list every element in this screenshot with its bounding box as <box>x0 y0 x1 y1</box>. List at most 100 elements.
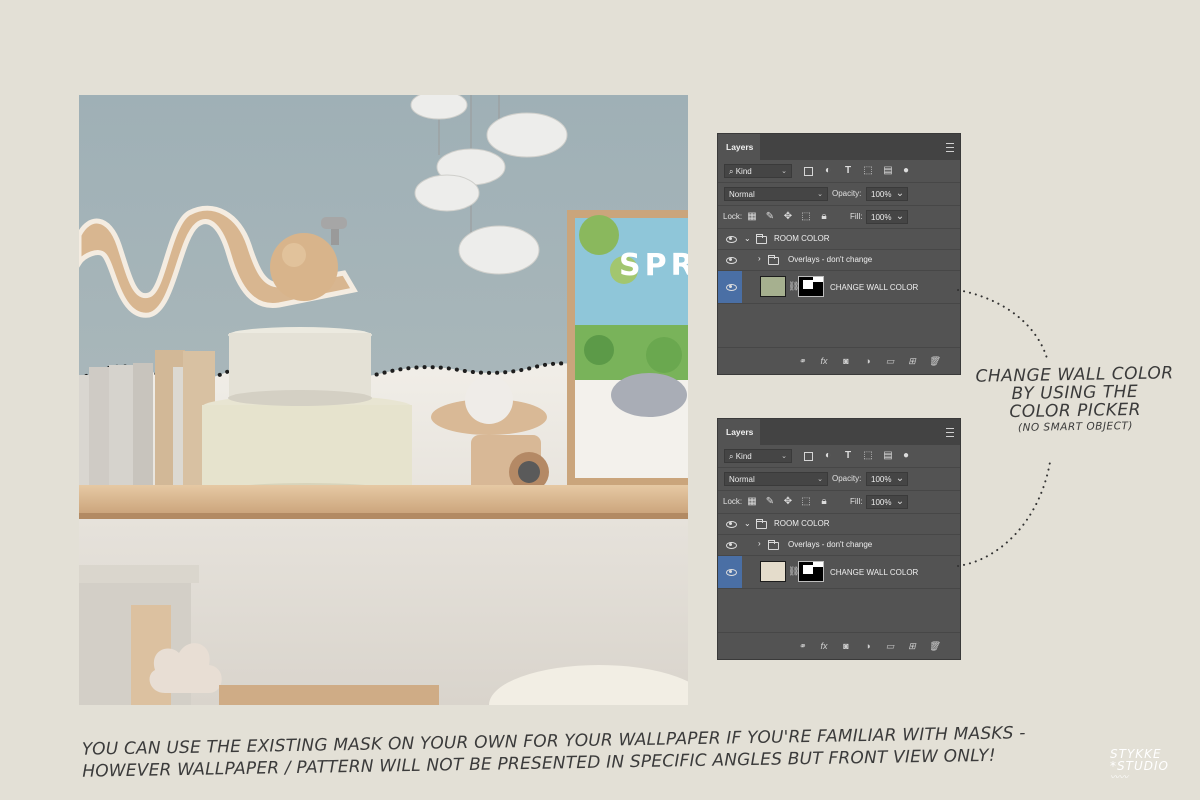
pixel-filter-icon[interactable] <box>802 450 814 462</box>
lock-row: Lock: ▦ ✎ ✥ ⬚ 🔒︎ Fill: 100% ⌄ <box>718 491 960 514</box>
panel-footer: ⚭ fx ◙ ◑ ▭ ⊞ 🗑︎ <box>718 347 960 374</box>
adjustment-filter-icon[interactable]: ◐ <box>822 450 834 462</box>
new-group-icon[interactable]: ▭ <box>884 355 896 367</box>
lock-label: Lock: <box>723 497 743 506</box>
logo-wave-icon: 〰〰 <box>1110 773 1129 783</box>
fx-icon[interactable]: fx <box>818 640 830 652</box>
group-name: ROOM COLOR <box>774 519 830 528</box>
link-layers-icon[interactable]: ⚭ <box>796 640 808 652</box>
layers-panel-green: Layers ⌕ Kind ⌄ ◐ T ⬚ ▤ ● Normal ⌄ Opaci… <box>717 133 961 375</box>
new-layer-icon[interactable]: ⊞ <box>906 640 918 652</box>
logo-line-2: *STUDIO <box>1110 759 1169 773</box>
adjustment-layer-icon[interactable]: ◑ <box>862 640 874 652</box>
layers-tab[interactable]: Layers <box>718 419 760 445</box>
color-fill-thumbnail[interactable] <box>760 276 786 297</box>
visibility-eye-icon[interactable] <box>724 566 738 578</box>
panel-footer: ⚭ fx ◙ ◑ ▭ ⊞ 🗑︎ <box>718 632 960 659</box>
lock-artboard-icon[interactable]: ⬚ <box>800 211 812 223</box>
layer-change-wall-color[interactable]: ⛓ CHANGE WALL COLOR <box>718 271 960 304</box>
kind-filter-select[interactable]: ⌕ Kind ⌄ <box>724 449 792 463</box>
filter-row: ⌕ Kind ⌄ ◐ T ⬚ ▤ ● <box>718 445 960 468</box>
overlay-group-name: Overlays - don't change <box>788 540 873 549</box>
chevron-down-icon[interactable]: ⌄ <box>744 234 751 243</box>
filter-row: ⌕ Kind ⌄ ◐ T ⬚ ▤ ● <box>718 160 960 183</box>
lock-position-icon[interactable]: ✥ <box>782 496 794 508</box>
layers-tab[interactable]: Layers <box>718 134 760 160</box>
opacity-label: Opacity: <box>832 474 862 483</box>
kind-filter-value: Kind <box>735 452 752 461</box>
chevron-down-icon: ⌄ <box>817 476 823 483</box>
chevron-right-icon[interactable]: › <box>758 539 761 548</box>
lock-label: Lock: <box>723 212 743 221</box>
shape-filter-icon[interactable]: ⬚ <box>862 165 874 177</box>
chevron-down-icon[interactable]: ⌄ <box>894 473 906 485</box>
kind-filter-value: Kind <box>735 167 752 176</box>
folder-icon <box>756 234 767 244</box>
chevron-down-icon[interactable]: ⌄ <box>894 211 906 223</box>
room-mockup-photo: SPRI <box>79 95 688 705</box>
shape-filter-icon[interactable]: ⬚ <box>862 450 874 462</box>
panel-tab-bar: Layers <box>718 419 960 445</box>
lock-paint-icon[interactable]: ✎ <box>764 496 776 508</box>
pixel-filter-icon[interactable] <box>802 165 814 177</box>
visibility-eye-icon[interactable] <box>724 518 738 530</box>
link-layers-icon[interactable]: ⚭ <box>796 355 808 367</box>
lock-all-icon[interactable]: 🔒︎ <box>818 496 830 508</box>
layer-group-overlays[interactable]: › Overlays - don't change <box>718 535 960 556</box>
trash-icon[interactable]: 🗑︎ <box>928 640 940 652</box>
blend-mode-select[interactable]: Normal ⌄ <box>724 472 828 486</box>
visibility-eye-icon[interactable] <box>724 233 738 245</box>
visibility-eye-icon[interactable] <box>724 281 738 293</box>
lock-transparency-icon[interactable]: ▦ <box>746 211 758 223</box>
adjustment-layer-icon[interactable]: ◑ <box>862 355 874 367</box>
panel-menu-icon[interactable] <box>946 428 954 437</box>
fill-label: Fill: <box>850 497 863 506</box>
kind-filter-select[interactable]: ⌕ Kind ⌄ <box>724 164 792 178</box>
add-mask-icon[interactable]: ◙ <box>840 355 852 367</box>
opacity-value: 100% <box>871 190 892 199</box>
trash-icon[interactable]: 🗑︎ <box>928 355 940 367</box>
fill-value: 100% <box>871 498 892 507</box>
lock-paint-icon[interactable]: ✎ <box>764 211 776 223</box>
fx-icon[interactable]: fx <box>818 355 830 367</box>
lock-position-icon[interactable]: ✥ <box>782 211 794 223</box>
new-layer-icon[interactable]: ⊞ <box>906 355 918 367</box>
layer-mask-thumbnail[interactable] <box>798 276 824 297</box>
lock-artboard-icon[interactable]: ⬚ <box>800 496 812 508</box>
type-filter-icon[interactable]: T <box>842 450 854 462</box>
chevron-down-icon: ⌄ <box>781 453 787 460</box>
chevron-down-icon: ⌄ <box>781 168 787 175</box>
type-filter-icon[interactable]: T <box>842 165 854 177</box>
overlay-group-name: Overlays - don't change <box>788 255 873 264</box>
layer-group-overlays[interactable]: › Overlays - don't change <box>718 250 960 271</box>
panel-tab-bar: Layers <box>718 134 960 160</box>
lock-all-icon[interactable]: 🔒︎ <box>818 211 830 223</box>
filter-toggle-icon[interactable]: ● <box>900 450 912 462</box>
visibility-eye-icon[interactable] <box>724 539 738 551</box>
blend-mode-select[interactable]: Normal ⌄ <box>724 187 828 201</box>
chevron-down-icon[interactable]: ⌄ <box>744 519 751 528</box>
adjustment-filter-icon[interactable]: ◐ <box>822 165 834 177</box>
add-mask-icon[interactable]: ◙ <box>840 640 852 652</box>
chevron-down-icon[interactable]: ⌄ <box>894 496 906 508</box>
blend-mode-value: Normal <box>729 475 755 484</box>
layer-mask-thumbnail[interactable] <box>798 561 824 582</box>
search-icon: ⌕ <box>729 167 734 176</box>
panel-menu-icon[interactable] <box>946 143 954 152</box>
layer-group-room-color[interactable]: ⌄ ROOM COLOR <box>718 229 960 250</box>
folder-icon <box>768 540 779 550</box>
visibility-eye-icon[interactable] <box>724 254 738 266</box>
lock-transparency-icon[interactable]: ▦ <box>746 496 758 508</box>
smart-object-filter-icon[interactable]: ▤ <box>882 450 894 462</box>
layer-group-room-color[interactable]: ⌄ ROOM COLOR <box>718 514 960 535</box>
filter-toggle-icon[interactable]: ● <box>900 165 912 177</box>
fill-label: Fill: <box>850 212 863 221</box>
chevron-down-icon[interactable]: ⌄ <box>894 188 906 200</box>
color-fill-thumbnail[interactable] <box>760 561 786 582</box>
new-group-icon[interactable]: ▭ <box>884 640 896 652</box>
lock-row: Lock: ▦ ✎ ✥ ⬚ 🔒︎ Fill: 100% ⌄ <box>718 206 960 229</box>
smart-object-filter-icon[interactable]: ▤ <box>882 165 894 177</box>
chevron-right-icon[interactable]: › <box>758 254 761 263</box>
layer-change-wall-color[interactable]: ⛓ CHANGE WALL COLOR <box>718 556 960 589</box>
opacity-label: Opacity: <box>832 189 862 198</box>
